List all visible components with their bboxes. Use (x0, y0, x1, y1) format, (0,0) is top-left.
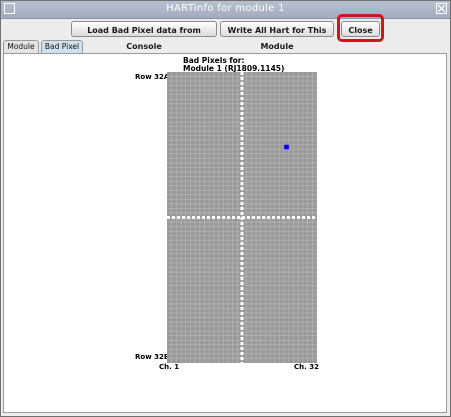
bad-pixel-panel: Bad Pixels for: Module 1 (RJ1809.1145) R… (3, 53, 447, 413)
close-button-highlight (337, 14, 384, 42)
row-top-label: Row 32A (135, 73, 170, 81)
row-bottom-label: Row 32B (135, 353, 170, 361)
column-first-label: Ch. 1 (159, 363, 180, 371)
write-all-hart-button[interactable]: Write All Hart for This Module (220, 21, 334, 51)
pixel-grid[interactable] (167, 72, 317, 363)
bad-pixel-marker[interactable] (284, 144, 289, 150)
window-title: HARTinfo for module 1 (166, 3, 285, 14)
hartinfo-window: HARTinfo for module 1 Load Bad Pixel dat… (0, 0, 451, 417)
pixel-grid-canvas[interactable] (167, 72, 317, 363)
window-close-icon[interactable] (436, 3, 447, 14)
load-bad-pixel-button[interactable]: Load Bad Pixel data from Console (71, 21, 217, 51)
column-last-label: Ch. 32 (294, 363, 319, 371)
tab-module[interactable]: Module (3, 40, 39, 53)
tab-bad-pixel[interactable]: Bad Pixel (41, 40, 83, 53)
